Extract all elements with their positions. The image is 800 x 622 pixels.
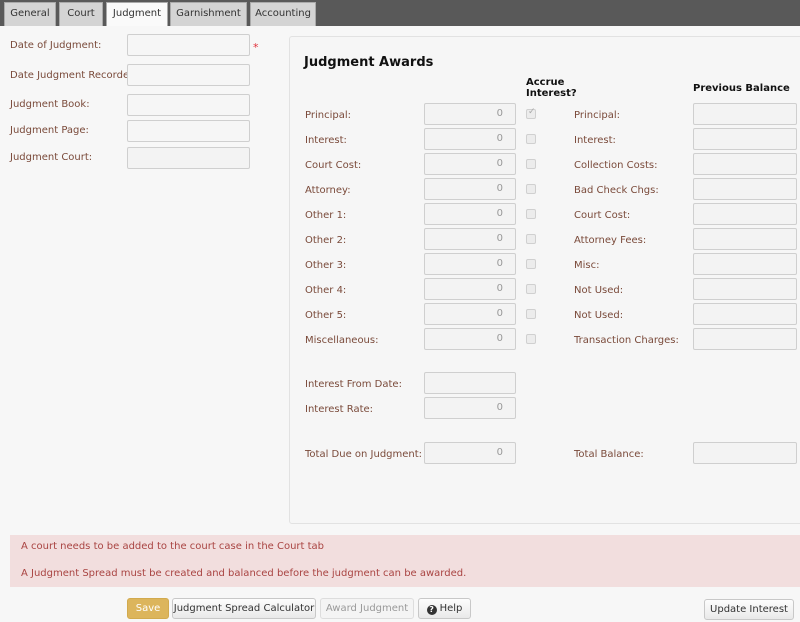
previous-balance-label: Court Cost: [574,210,631,221]
judgment-book-label: Judgment Book: [10,99,90,110]
previous-balance-input[interactable] [693,228,797,250]
accrue-interest-checkbox[interactable] [526,284,536,294]
award-label: Other 3: [305,260,347,271]
award-label: Other 1: [305,210,347,221]
previous-balance-input[interactable] [693,178,797,200]
award-label: Interest: [305,135,347,146]
previous-balance-label: Transaction Charges: [574,335,679,346]
accrue-interest-checkbox[interactable] [526,159,536,169]
accrue-interest-header-line1: Accrue [526,77,565,88]
alert-court-missing: A court needs to be added to the court c… [10,535,800,561]
previous-balance-input[interactable] [693,253,797,275]
tab-accounting[interactable]: Accounting [250,2,316,26]
date-of-judgment-label: Date of Judgment: [10,40,102,51]
previous-balance-label: Not Used: [574,310,624,321]
judgment-court-label: Judgment Court: [10,152,93,163]
question-circle-icon: ? [426,605,437,615]
award-amount-input[interactable]: 0 [424,178,516,200]
previous-balance-input[interactable] [693,328,797,350]
previous-balance-input[interactable] [693,103,797,125]
judgment-book-input[interactable] [127,94,250,116]
award-label: Court Cost: [305,160,362,171]
required-marker: * [253,41,259,54]
award-label: Other 2: [305,235,347,246]
help-button-label: Help [439,603,463,614]
tab-general[interactable]: General [4,2,56,26]
tab-court[interactable]: Court [59,2,103,26]
previous-balance-label: Bad Check Chgs: [574,185,659,196]
previous-balance-input[interactable] [693,128,797,150]
previous-balance-input[interactable] [693,203,797,225]
total-balance-label: Total Balance: [574,449,644,460]
previous-balance-input[interactable] [693,278,797,300]
award-judgment-button[interactable]: Award Judgment [320,598,414,619]
accrue-interest-checkbox[interactable] [526,209,536,219]
award-label: Other 4: [305,285,347,296]
award-label: Other 5: [305,310,347,321]
previous-balance-label: Collection Costs: [574,160,658,171]
award-amount-input[interactable]: 0 [424,278,516,300]
award-amount-input[interactable]: 0 [424,203,516,225]
judgment-court-input[interactable] [127,147,250,169]
previous-balance-input[interactable] [693,153,797,175]
date-judgment-recorded-label: Date Judgment Recorded: [10,70,139,81]
total-due-input: 0 [424,442,516,464]
accrue-interest-checkbox[interactable] [526,309,536,319]
tab-judgment[interactable]: Judgment [106,2,168,26]
interest-from-date-input[interactable] [424,372,516,394]
judgment-awards-title: Judgment Awards [304,55,434,70]
award-amount-input[interactable]: 0 [424,253,516,275]
accrue-interest-checkbox[interactable] [526,334,536,344]
accrue-interest-checkbox[interactable] [526,107,536,119]
award-amount-input[interactable]: 0 [424,303,516,325]
save-button[interactable]: Save [127,598,169,619]
previous-balance-label: Principal: [574,110,620,121]
tab-garnishment[interactable]: Garnishment [170,2,247,26]
update-interest-button[interactable]: Update Interest [704,599,794,620]
award-amount-input[interactable]: 0 [424,128,516,150]
interest-rate-input[interactable]: 0 [424,397,516,419]
award-label: Attorney: [305,185,351,196]
previous-balance-header: Previous Balance [693,83,790,94]
total-due-label: Total Due on Judgment: [305,449,423,460]
alert-judgment-spread: A Judgment Spread must be created and ba… [10,561,800,587]
tab-bar: General Court Judgment Garnishment Accou… [0,0,800,26]
accrue-interest-checkbox[interactable] [526,259,536,269]
award-amount-input[interactable]: 0 [424,328,516,350]
interest-from-date-label: Interest From Date: [305,379,402,390]
previous-balance-label: Misc: [574,260,600,271]
award-amount-input[interactable]: 0 [424,103,516,125]
interest-rate-label: Interest Rate: [305,404,374,415]
accrue-interest-checkbox[interactable] [526,234,536,244]
accrue-interest-checkbox[interactable] [526,184,536,194]
help-button[interactable]: ? Help [418,598,471,619]
previous-balance-input[interactable] [693,303,797,325]
date-of-judgment-input[interactable] [127,34,250,56]
award-label: Principal: [305,110,351,121]
accrue-interest-checkbox[interactable] [526,134,536,144]
judgment-page-label: Judgment Page: [10,125,89,136]
date-judgment-recorded-input[interactable] [127,64,250,86]
judgment-spread-calculator-button[interactable]: Judgment Spread Calculator [172,598,316,619]
accrue-interest-header-line2: Interest? [526,88,577,99]
previous-balance-label: Interest: [574,135,616,146]
previous-balance-label: Not Used: [574,285,624,296]
award-label: Miscellaneous: [305,335,379,346]
award-amount-input[interactable]: 0 [424,153,516,175]
previous-balance-label: Attorney Fees: [574,235,647,246]
total-balance-input [693,442,797,464]
award-amount-input[interactable]: 0 [424,228,516,250]
judgment-page-input[interactable] [127,120,250,142]
